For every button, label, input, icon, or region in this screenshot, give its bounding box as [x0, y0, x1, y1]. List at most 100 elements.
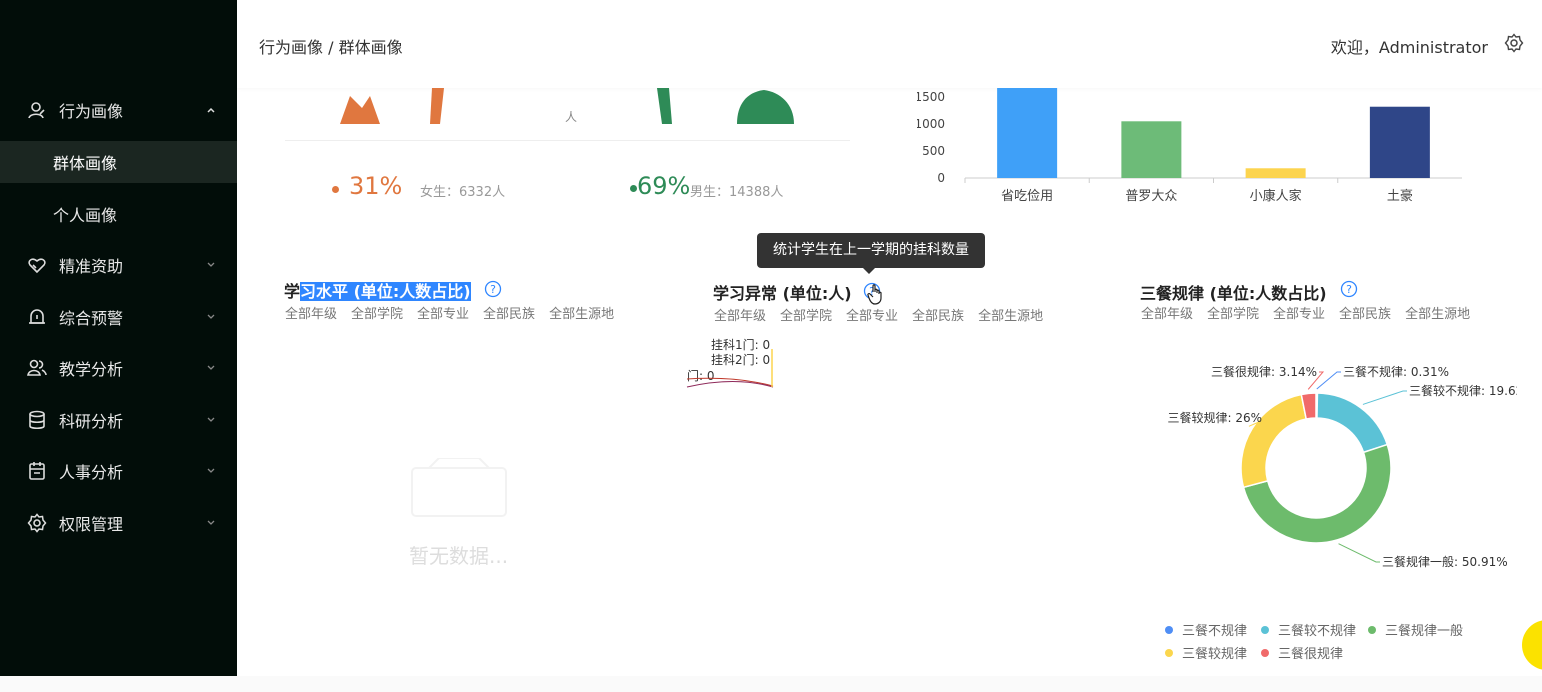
bar[interactable] [1369, 106, 1430, 178]
label-leader-line [1362, 390, 1407, 405]
sidebar-item-personal-profile[interactable]: 个人画像 [0, 193, 237, 235]
fail-pie-leader-lines [686, 349, 774, 388]
bar[interactable] [1245, 168, 1306, 178]
legend-dot [1165, 626, 1173, 634]
empty-state-text: 暂无数据... [409, 544, 509, 568]
sidebar-item-label: 人事分析 [59, 463, 124, 482]
filter-ethnicity[interactable]: 全部民族 [483, 307, 535, 322]
sidebar-item-behavior-profile[interactable]: 行为画像 [0, 89, 237, 131]
breadcrumb: 行为画像 / 群体画像 [259, 38, 403, 57]
chevron-down-icon [207, 468, 215, 473]
female-count: 女生：6332人 [420, 185, 506, 200]
legend-dot [1165, 649, 1173, 657]
study-abnormal-title: 学习异常 (单位:人) [713, 284, 852, 303]
tooltip: 统计学生在上一学期的挂科数量 [757, 233, 985, 274]
pie-slice[interactable] [1240, 393, 1308, 489]
meals-donut-chart: 三餐不规律: 0.31% 三餐较不规律: 19.62 三餐规律一般: 50.91% 三… [1167, 364, 1517, 569]
users-icon [27, 359, 47, 376]
help-icon[interactable]: ? [484, 280, 502, 298]
sidebar-item-label: 科研分析 [59, 412, 124, 431]
y-tick-label: 500 [922, 144, 945, 158]
sidebar-item-hr-analysis[interactable]: 人事分析 [0, 450, 237, 492]
filter-grade[interactable]: 全部年级 [1141, 307, 1193, 322]
filter-major[interactable]: 全部专业 [417, 307, 469, 322]
sidebar-item-group-profile[interactable]: 群体画像 [0, 141, 237, 183]
filter-grade[interactable]: 全部年级 [714, 309, 766, 324]
study-abnormal-filters: 全部年级 全部学院 全部专业 全部民族 全部生源地 [714, 305, 1057, 324]
slice-label: 三餐不规律: 0.31% [1343, 364, 1449, 379]
sidebar-item-precise-aid[interactable]: 精准资助 [0, 244, 237, 286]
study-level-filters: 全部年级 全部学院 全部专业 全部民族 全部生源地 [285, 303, 628, 322]
meals-title: 三餐规律 (单位:人数占比) [1140, 284, 1327, 303]
sidebar-item-permissions[interactable]: 权限管理 [0, 502, 237, 544]
database-icon [29, 410, 45, 430]
sidebar-item-label: 权限管理 [59, 515, 124, 534]
gender-count-unit: 人 [565, 110, 578, 124]
legend-item[interactable]: 三餐较不规律 [1261, 620, 1356, 639]
sidebar-item-research-analysis[interactable]: 科研分析 [0, 399, 237, 441]
sidebar-item-label: 群体画像 [53, 154, 118, 173]
legend-item[interactable]: 三餐不规律 [1165, 620, 1247, 639]
svg-text:?: ? [1346, 283, 1352, 296]
male-count: 男生：14388人 [690, 185, 784, 200]
filter-origin[interactable]: 全部生源地 [1405, 307, 1470, 322]
sidebar-item-label: 教学分析 [59, 360, 124, 379]
sidebar-item-label: 精准资助 [59, 257, 124, 276]
hand-cursor-icon [867, 284, 882, 305]
bar[interactable] [997, 88, 1058, 178]
top-header: 行为画像 / 群体画像 欢迎，Administrator [237, 0, 1542, 88]
male-percent: 69% [637, 172, 691, 200]
gear-icon [27, 513, 47, 533]
chevron-down-icon [207, 314, 215, 319]
filter-major[interactable]: 全部专业 [846, 309, 898, 324]
filter-origin[interactable]: 全部生源地 [978, 309, 1043, 324]
filter-college[interactable]: 全部学院 [1207, 307, 1259, 322]
female-percent: 31% [349, 172, 403, 200]
filter-ethnicity[interactable]: 全部民族 [1339, 307, 1391, 322]
sidebar-item-teaching-analysis[interactable]: 教学分析 [0, 347, 237, 389]
filter-major[interactable]: 全部专业 [1273, 307, 1325, 322]
legend-item[interactable]: 三餐很规律 [1261, 643, 1343, 662]
chevron-down-icon [207, 262, 215, 267]
filter-college[interactable]: 全部学院 [351, 307, 403, 322]
meals-filters: 全部年级 全部学院 全部专业 全部民族 全部生源地 [1141, 303, 1484, 322]
y-tick-label: 1000 [917, 117, 945, 131]
filter-ethnicity[interactable]: 全部民族 [912, 309, 964, 324]
male-dot [630, 185, 637, 192]
sidebar: 行为画像 群体画像 个人画像 精准资助 综合预警 教学分析 科研分析 人事分析 … [0, 0, 237, 676]
filter-origin[interactable]: 全部生源地 [549, 307, 614, 322]
sidebar-item-label: 个人画像 [53, 206, 118, 225]
legend-dot [1368, 626, 1376, 634]
label-leader-line [1338, 543, 1380, 563]
chevron-up-icon [207, 107, 215, 113]
help-icon[interactable]: ? [1340, 280, 1358, 298]
filter-college[interactable]: 全部学院 [780, 309, 832, 324]
bottom-strip [0, 676, 1542, 692]
sidebar-item-warning[interactable]: 综合预警 [0, 296, 237, 338]
x-tick-label: 省吃俭用 [1001, 188, 1053, 204]
empty-box-icon [411, 458, 507, 517]
floating-action-button[interactable] [1522, 620, 1542, 670]
calendar-box-icon [29, 462, 45, 480]
slice-label: 三餐很规律: 3.14% [1211, 364, 1317, 379]
alarm-icon [29, 309, 45, 324]
legend-dot [1261, 649, 1269, 657]
legend-item[interactable]: 三餐较规律 [1165, 643, 1247, 662]
sidebar-item-label: 综合预警 [59, 309, 124, 328]
heart-hand-icon [28, 258, 46, 274]
x-tick-label: 小康人家 [1250, 188, 1302, 204]
legend-item[interactable]: 三餐规律一般 [1368, 620, 1463, 639]
chevron-down-icon [207, 365, 215, 370]
filter-grade[interactable]: 全部年级 [285, 307, 337, 322]
slice-label: 三餐规律一般: 50.91% [1382, 554, 1508, 569]
chevron-down-icon [207, 417, 215, 422]
chevron-down-icon [207, 520, 215, 525]
pie-slice[interactable] [1316, 392, 1389, 454]
study-level-title: 学习水平 (单位:人数占比) [284, 282, 471, 301]
legend-dot [1261, 626, 1269, 634]
bar[interactable] [1121, 121, 1182, 178]
settings-gear-icon[interactable] [1504, 33, 1524, 53]
main-content: 人 31% 女生：6332人 69% 男生：14388人 1500 1000 500… [237, 88, 1542, 676]
selected-text: 习水平 (单位:人数占比) [300, 282, 471, 301]
slice-label: 三餐较规律: 26% [1167, 410, 1262, 425]
